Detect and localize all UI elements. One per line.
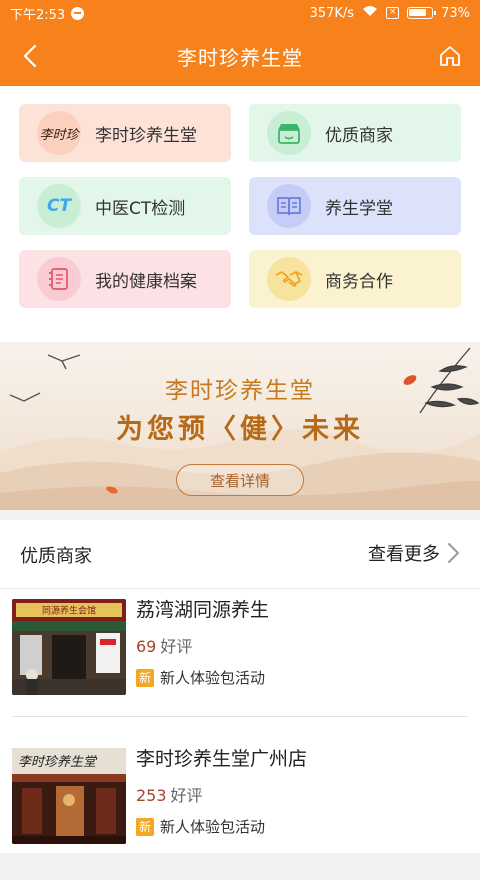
merchant-thumbnail: 同源养生会馆 [12, 599, 126, 695]
tile-label: 养生学堂 [325, 198, 393, 219]
rating-label: 好评 [160, 637, 193, 656]
tile-ct-check[interactable]: CT 中医CT检测 [19, 177, 231, 235]
store-icon [267, 111, 311, 155]
tile-business-cooperation[interactable]: 商务合作 [249, 250, 461, 308]
rating-count: 253 [136, 786, 167, 805]
merchant-thumbnail: 李时珍养生堂 [12, 748, 126, 844]
tile-label: 我的健康档案 [95, 271, 197, 292]
status-time: 下午2:53 [10, 7, 66, 23]
new-badge: 新 [136, 817, 154, 836]
book-icon [267, 184, 311, 228]
status-bar: 下午2:53 357K/s × 73% [0, 0, 480, 26]
battery-icon [407, 7, 437, 19]
item-divider [12, 716, 468, 717]
merchant-rating: 253 好评 [136, 782, 203, 806]
feature-grid: 李时珍 李时珍养生堂 优质商家 CT 中医CT检测 养生学堂 我的健康档案 商务… [0, 86, 480, 342]
view-more-label: 查看更多 [368, 544, 440, 565]
health-file-icon [37, 257, 81, 301]
chevron-right-icon [448, 543, 460, 563]
promo-text: 新人体验包活动 [160, 669, 266, 687]
section-title: 优质商家 [20, 546, 92, 567]
merchant-name: 荔湾湖同源养生 [136, 599, 270, 621]
merchant-promo: 新 新人体验包活动 [136, 816, 265, 837]
notification-icon [71, 6, 85, 20]
new-badge: 新 [136, 668, 154, 687]
wifi-icon [362, 5, 378, 21]
tile-label: 优质商家 [325, 125, 393, 146]
sim-off-icon: × [386, 7, 400, 19]
merchant-list: 同源养生会馆 荔湾湖同源养生 69 好评 新 新人体验包活动 李时珍养生堂 李时… [0, 589, 480, 853]
store-sign-text: 同源养生会馆 [42, 605, 96, 617]
store-sign-text: 李时珍养生堂 [18, 754, 98, 770]
merchants-section-header: 优质商家 查看更多 [0, 520, 480, 588]
app-header: 李时珍养生堂 [0, 26, 480, 86]
back-button[interactable] [14, 40, 46, 72]
promo-text: 新人体验包活动 [160, 818, 266, 836]
promo-banner[interactable]: 李时珍养生堂 为您预〈健〉未来 查看详情 [0, 343, 480, 510]
rating-label: 好评 [170, 786, 203, 805]
chevron-left-icon [23, 44, 37, 68]
merchant-item[interactable]: 李时珍养生堂 李时珍养生堂广州店 253 好评 新 新人体验包活动 [0, 738, 480, 858]
tile-label: 中医CT检测 [95, 198, 186, 219]
tile-label: 商务合作 [325, 271, 393, 292]
tile-health-school[interactable]: 养生学堂 [249, 177, 461, 235]
banner-subtitle: 为您预〈健〉未来 [116, 414, 364, 445]
page-title: 李时珍养生堂 [177, 45, 303, 70]
ct-icon: CT [37, 184, 81, 228]
home-icon [440, 46, 460, 66]
tile-health-records[interactable]: 我的健康档案 [19, 250, 231, 308]
view-more-link[interactable]: 查看更多 [368, 540, 460, 566]
rating-count: 69 [136, 637, 157, 656]
merchant-item[interactable]: 同源养生会馆 荔湾湖同源养生 69 好评 新 新人体验包活动 [0, 589, 480, 709]
home-button[interactable] [434, 40, 466, 72]
network-speed: 357K/s [309, 5, 355, 21]
tile-lishizhen[interactable]: 李时珍 李时珍养生堂 [19, 104, 231, 162]
tile-quality-merchants[interactable]: 优质商家 [249, 104, 461, 162]
merchant-name: 李时珍养生堂广州店 [136, 748, 308, 770]
view-details-button[interactable]: 查看详情 [176, 464, 304, 496]
battery-level: 73% [441, 5, 470, 21]
merchant-rating: 69 好评 [136, 633, 192, 657]
banner-title: 李时珍养生堂 [165, 378, 315, 404]
brand-logo-icon: 李时珍 [37, 111, 81, 155]
tile-label: 李时珍养生堂 [95, 125, 197, 146]
merchant-promo: 新 新人体验包活动 [136, 667, 265, 688]
handshake-icon [267, 257, 311, 301]
